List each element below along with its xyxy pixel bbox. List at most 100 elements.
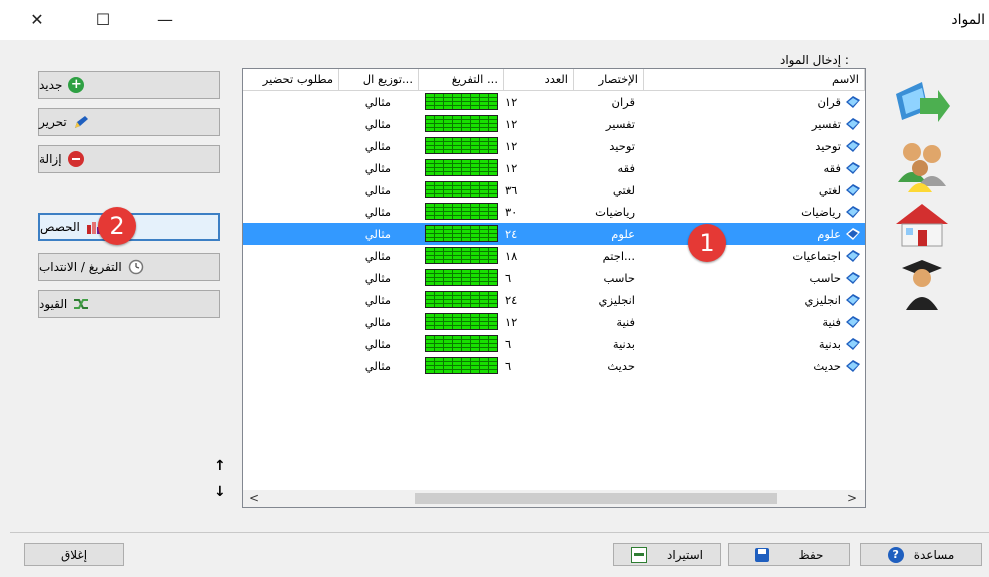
import-button[interactable]: استيراد [613,543,721,566]
abbr-cell: حديث [607,359,635,373]
allocation-bar [425,93,498,110]
table-row[interactable]: مثالي ٢٤ علوم علوم [243,223,865,245]
abbr-cell: توحيد [609,139,635,153]
save-icon [754,547,769,562]
move-up-icon[interactable]: ↑ [214,458,226,474]
move-down-icon[interactable]: ↓ [214,484,226,500]
new-button[interactable]: + جديد [38,71,220,99]
header-name[interactable]: الاسم [644,69,865,91]
table-row[interactable]: مثالي ٦ حديث حديث [243,355,865,377]
table-row[interactable]: مثالي ١٢ قران قران [243,91,865,113]
header-allocation[interactable]: التفريغ ... [419,69,504,91]
distribution-cell: مثالي [364,161,391,175]
distribution-cell: مثالي [364,227,391,241]
table-row[interactable]: مثالي ٣٦ لغتي لغتي [243,179,865,201]
table-row[interactable]: مثالي ٣٠ رياضيات رياضيات [243,201,865,223]
count-cell: ١٢ [505,161,518,175]
table-row[interactable]: مثالي ١٢ فنية فنية [243,311,865,333]
name-cell: فنية [822,315,841,329]
allocation-bar [425,291,498,308]
graduate-icon[interactable] [892,256,952,312]
distribution-cell: مثالي [364,271,391,285]
edit-button[interactable]: تحرير [38,108,220,136]
title-bar: ✕ ☐ — المواد [0,0,989,40]
count-cell: ١٨ [505,249,518,263]
count-cell: ٣٠ [505,205,518,219]
book-icon [845,314,861,333]
header-count[interactable]: العدد [504,69,574,91]
distribution-cell: مثالي [364,359,391,373]
bottom-separator [10,532,989,533]
abbr-cell: فقه [617,161,635,175]
save-button-label: حفظ [798,547,824,562]
header-abbr[interactable]: الإختصار [574,69,644,91]
abbr-cell: انجليزي [598,293,635,307]
allocation-button-label: التفريغ / الانتداب [39,260,122,274]
table-row[interactable]: مثالي ١٢ تفسير تفسير [243,113,865,135]
name-cell: فقه [823,161,841,175]
plus-circle-icon: + [68,77,85,93]
count-cell: ١٢ [505,139,518,153]
new-button-label: جديد [39,78,63,92]
book-icon [845,270,861,289]
allocation-button[interactable]: التفريغ / الانتداب [38,253,220,281]
book-icon [845,358,861,377]
count-cell: ٢٤ [505,293,518,307]
annotation-badge-1: 1 [688,224,726,262]
distribution-cell: مثالي [364,315,391,329]
scroll-thumb[interactable] [415,493,777,504]
subjects-grid[interactable]: مطلوب تحضير توزيع ال... التفريغ ... العد… [242,68,866,508]
table-row[interactable]: مثالي ١٢ توحيد توحيد [243,135,865,157]
horizontal-scrollbar[interactable]: < > [243,490,865,507]
distribution-cell: مثالي [364,183,391,197]
table-row[interactable]: مثالي ١٢ فقه فقه [243,157,865,179]
allocation-bar [425,203,498,220]
allocation-bar [425,137,498,154]
book-icon [845,94,861,113]
scroll-left-icon[interactable]: < [249,491,259,505]
close-icon[interactable]: ✕ [22,8,52,32]
subjects-entry-icon[interactable] [892,76,952,132]
teachers-icon[interactable] [892,138,952,194]
name-cell: رياضيات [801,205,841,219]
edit-button-label: تحرير [39,115,67,129]
shuffle-icon [73,296,89,312]
delete-button[interactable]: إزالة [38,145,220,173]
shares-button-label: الحصص [40,220,80,234]
scroll-right-icon[interactable]: > [847,491,857,505]
pencil-icon [73,114,89,130]
book-icon [845,248,861,267]
maximize-icon[interactable]: ☐ [88,8,118,32]
header-prepare[interactable]: مطلوب تحضير [243,69,339,91]
table-row[interactable]: مثالي ٦ حاسب حاسب [243,267,865,289]
school-icon[interactable] [892,198,952,254]
abbr-cell: اجتم... [602,249,635,263]
help-button[interactable]: مساعدة ? [860,543,982,566]
name-cell: قران [817,95,841,109]
book-icon [845,226,861,245]
name-cell: بدنية [818,337,841,351]
table-row[interactable]: مثالي ٢٤ انجليزي انجليزي [243,289,865,311]
clock-icon [128,259,144,275]
minimize-icon[interactable]: — [150,8,180,32]
distribution-cell: مثالي [364,249,391,263]
delete-button-label: إزالة [39,152,62,166]
allocation-bar [425,159,498,176]
allocation-bar [425,357,498,374]
table-row[interactable]: مثالي ٦ بدنية بدنية [243,333,865,355]
count-cell: ٦ [505,337,512,351]
table-row[interactable]: مثالي ١٨ اجتم... اجتماعيات [243,245,865,267]
import-button-label: استيراد [667,547,703,562]
save-button[interactable]: حفظ [728,543,850,566]
annotation-badge-2: 2 [98,207,136,245]
constraints-button[interactable]: القيود [38,290,220,318]
distribution-cell: مثالي [364,337,391,351]
count-cell: ١٢ [505,117,518,131]
header-distribution[interactable]: توزيع ال... [339,69,419,91]
close-button[interactable]: إغلاق [24,543,124,566]
name-cell: حديث [813,359,841,373]
close-button-label: إغلاق [60,547,88,562]
count-cell: ١٢ [505,95,518,109]
abbr-cell: فنية [616,315,635,329]
abbr-cell: تفسير [605,117,635,131]
